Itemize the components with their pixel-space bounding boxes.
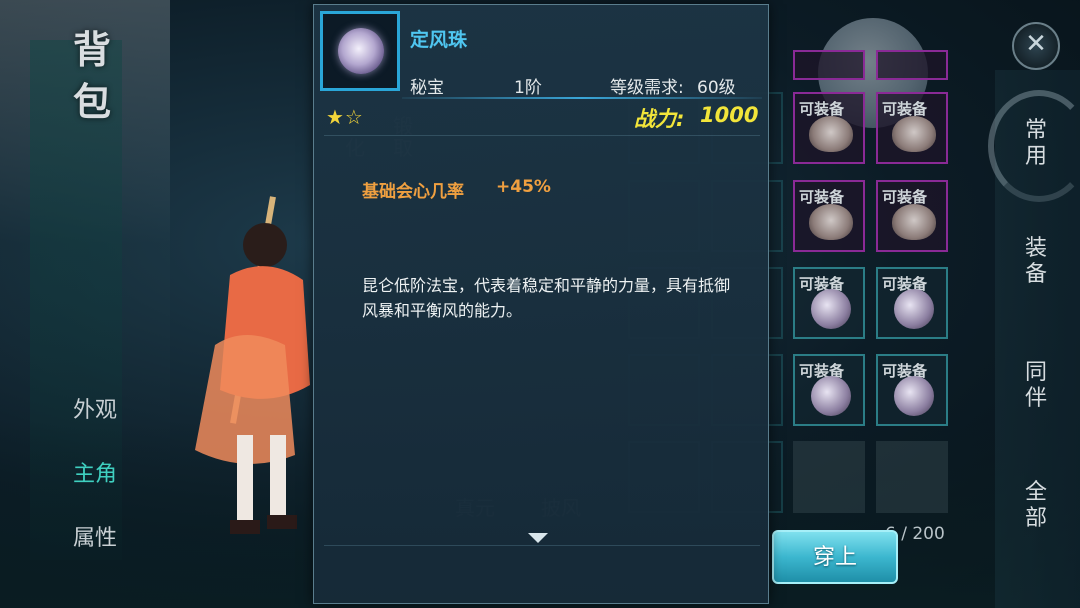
inventory-slot[interactable]: 可装备 <box>793 92 865 164</box>
item-tier: 1阶 <box>514 78 542 98</box>
close-button[interactable]: ✕ <box>1012 22 1060 70</box>
fish-icon <box>809 116 853 152</box>
inventory-slot[interactable]: 可装备 <box>876 354 948 426</box>
menu-item-appearance[interactable]: 外观 <box>50 392 140 424</box>
inventory-slot[interactable]: 可装备 <box>793 267 865 339</box>
item-name: 定风珠 <box>410 29 468 51</box>
power-label: 战力: <box>634 107 685 131</box>
inventory-slot[interactable]: 可装备 <box>793 180 865 252</box>
tab-companions[interactable]: 同伴 <box>1018 360 1054 412</box>
scroll-down-icon[interactable] <box>528 533 548 543</box>
tab-common[interactable]: 常用 <box>1018 118 1054 170</box>
pearl-icon <box>811 289 851 329</box>
item-detail-popup: 定风珠 秘宝 1阶 等级需求: 60级 ★☆ 战力: 1000 基础会心几率 +… <box>313 4 769 604</box>
pearl-icon <box>811 376 851 416</box>
inventory-slot[interactable] <box>876 50 948 80</box>
menu-item-attributes[interactable]: 属性 <box>50 520 140 552</box>
divider <box>324 135 760 136</box>
fish-icon <box>809 204 853 240</box>
star-rating: ★☆ <box>326 105 364 129</box>
divider <box>324 545 760 546</box>
inventory-slot[interactable] <box>793 50 865 80</box>
stat-name: 基础会心几率 <box>362 182 464 202</box>
inventory-slot[interactable]: 可装备 <box>876 92 948 164</box>
fish-icon <box>892 116 936 152</box>
player-character <box>195 196 310 534</box>
menu-item-protagonist[interactable]: 主角 <box>50 456 140 488</box>
tab-equipment[interactable]: 装备 <box>1018 236 1054 288</box>
level-requirement-label: 等级需求: <box>610 78 684 98</box>
wear-button[interactable]: 穿上 <box>772 530 898 584</box>
inventory-slot[interactable]: 可装备 <box>876 180 948 252</box>
page-title: 背包 <box>72 27 111 124</box>
inventory-slot[interactable]: 可装备 <box>793 354 865 426</box>
pearl-icon <box>894 289 934 329</box>
fish-icon <box>892 204 936 240</box>
item-category: 秘宝 <box>410 78 444 98</box>
item-icon-frame <box>320 11 400 91</box>
divider <box>402 97 762 99</box>
stat-value: +45% <box>496 177 551 197</box>
power-value: 1000 <box>700 103 759 127</box>
inventory-slot[interactable] <box>876 441 948 513</box>
tab-all[interactable]: 全部 <box>1018 480 1054 532</box>
pearl-icon <box>338 28 384 74</box>
pearl-icon <box>894 376 934 416</box>
item-description: 昆仑低阶法宝，代表着稳定和平静的力量，具有抵御风暴和平衡风的能力。 <box>362 276 731 320</box>
inventory-slot[interactable]: 可装备 <box>876 267 948 339</box>
level-requirement-value: 60级 <box>697 78 736 98</box>
inventory-slot[interactable] <box>793 441 865 513</box>
